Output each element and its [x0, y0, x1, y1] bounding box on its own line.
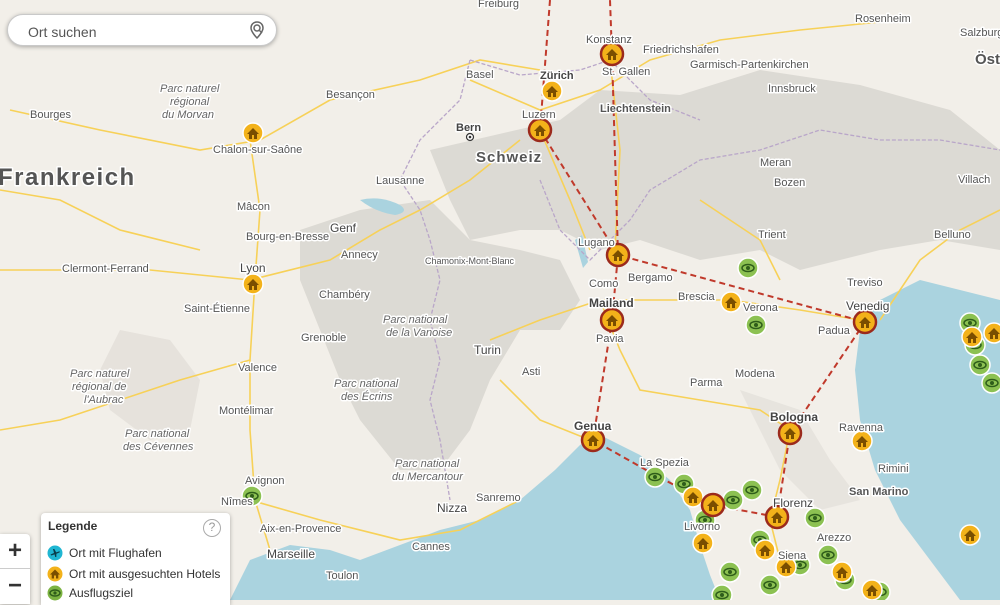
- capital-bern-dot: [465, 132, 475, 142]
- hotel-icon: [47, 566, 63, 582]
- help-icon[interactable]: ?: [203, 519, 221, 537]
- zoom-out-button[interactable]: −: [0, 569, 30, 603]
- legend-label: Ausflugsziel: [69, 586, 134, 600]
- legend-item-hotel: Ort mit ausgesuchten Hotels: [47, 566, 220, 582]
- legend-label: Ort mit ausgesuchten Hotels: [69, 567, 221, 581]
- map-base: [0, 0, 1000, 600]
- eye-icon: [47, 585, 63, 601]
- legend-item-excursion: Ausflugsziel: [47, 585, 133, 601]
- map-canvas[interactable]: Frankreich Schweiz Öst Freiburg Konstanz…: [0, 0, 1000, 600]
- zoom-in-button[interactable]: +: [0, 534, 30, 568]
- airport-icon: [47, 545, 63, 561]
- zoom-control: + −: [0, 534, 30, 604]
- location-search-icon[interactable]: [247, 20, 267, 40]
- legend-label: Ort mit Flughafen: [69, 546, 162, 560]
- search-input[interactable]: [26, 21, 250, 43]
- legend-item-airport: Ort mit Flughafen: [47, 545, 162, 561]
- place-search-box[interactable]: [7, 14, 277, 46]
- map-legend: Legende ? Ort mit Flughafen Ort mit ausg…: [41, 513, 230, 605]
- legend-title: Legende: [48, 519, 98, 533]
